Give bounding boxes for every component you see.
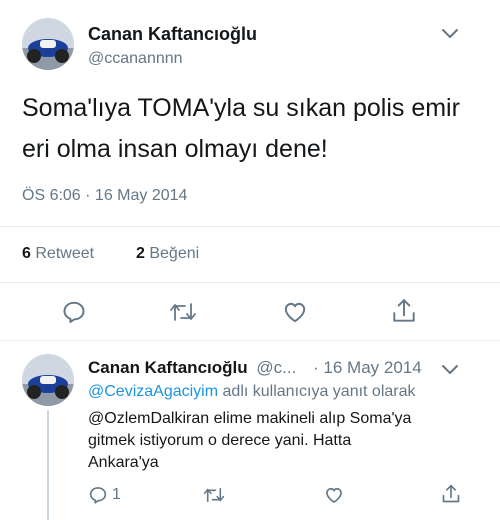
share-icon[interactable] bbox=[390, 296, 418, 326]
avatar[interactable] bbox=[22, 18, 74, 70]
retweet-icon[interactable] bbox=[168, 298, 198, 326]
replying-to: @CevizaAgaciyim adlı kullanıcıya yanıt o… bbox=[88, 383, 416, 401]
like-count: 2 bbox=[136, 245, 145, 262]
thread-line bbox=[47, 410, 49, 520]
like-icon[interactable] bbox=[280, 298, 310, 326]
reply-mention-link[interactable]: @CevizaAgaciyim bbox=[88, 383, 218, 400]
retweet-icon[interactable] bbox=[202, 484, 226, 506]
avatar-image bbox=[22, 18, 74, 70]
share-icon[interactable] bbox=[440, 482, 462, 506]
avatar[interactable] bbox=[22, 354, 74, 406]
like-icon[interactable] bbox=[322, 484, 346, 506]
retweet-stat[interactable]: 6 Retweet bbox=[22, 245, 94, 263]
reply-text: @OzlemDalkiran elime makineli alıp Soma'… bbox=[88, 408, 411, 474]
divider bbox=[0, 282, 500, 283]
chevron-down-icon[interactable] bbox=[440, 362, 460, 378]
reply-icon[interactable] bbox=[60, 298, 88, 326]
reply-header: Canan Kaftancıoğlu @c... · 16 May 2014 bbox=[88, 358, 422, 378]
replying-to-label: adlı kullanıcıya yanıt olarak bbox=[222, 383, 416, 400]
tweet-timestamp[interactable]: ÖS 6:06 · 16 May 2014 bbox=[22, 187, 187, 205]
author-handle[interactable]: @c... bbox=[256, 358, 296, 377]
retweet-count: 6 bbox=[22, 245, 31, 262]
divider bbox=[0, 340, 500, 341]
author-handle[interactable]: @ccanannnn bbox=[88, 50, 183, 68]
retweet-label: Retweet bbox=[35, 245, 95, 262]
reply-text-line-2: gitmek istiyorum o derece yani. Hatta bbox=[88, 432, 352, 449]
author-name[interactable]: Canan Kaftancıoğlu bbox=[88, 358, 248, 377]
divider bbox=[0, 226, 500, 227]
like-label: Beğeni bbox=[149, 245, 200, 262]
tweet-text-line-2: eri olma insan olmayı dene! bbox=[22, 135, 328, 163]
chevron-down-icon[interactable] bbox=[440, 26, 460, 42]
reply-text-line-3: Ankara'ya bbox=[88, 454, 159, 471]
reply-action[interactable]: 1 bbox=[88, 484, 121, 506]
reply-text-line-1: @OzlemDalkiran elime makineli alıp Soma'… bbox=[88, 408, 411, 430]
reply-text-segment: elime makineli alıp Soma'ya bbox=[213, 410, 412, 427]
tweet-text-line-1: Soma'lıya TOMA'yla su sıkan polis emir bbox=[22, 94, 460, 122]
author-name[interactable]: Canan Kaftancıoğlu bbox=[88, 24, 257, 45]
avatar-image bbox=[22, 354, 74, 406]
mention-link[interactable]: @OzlemDalkiran bbox=[88, 410, 209, 427]
reply-date[interactable]: · 16 May 2014 bbox=[313, 358, 422, 377]
reply-count: 1 bbox=[112, 486, 121, 503]
reply-icon[interactable] bbox=[88, 485, 108, 505]
like-stat[interactable]: 2 Beğeni bbox=[136, 245, 199, 263]
